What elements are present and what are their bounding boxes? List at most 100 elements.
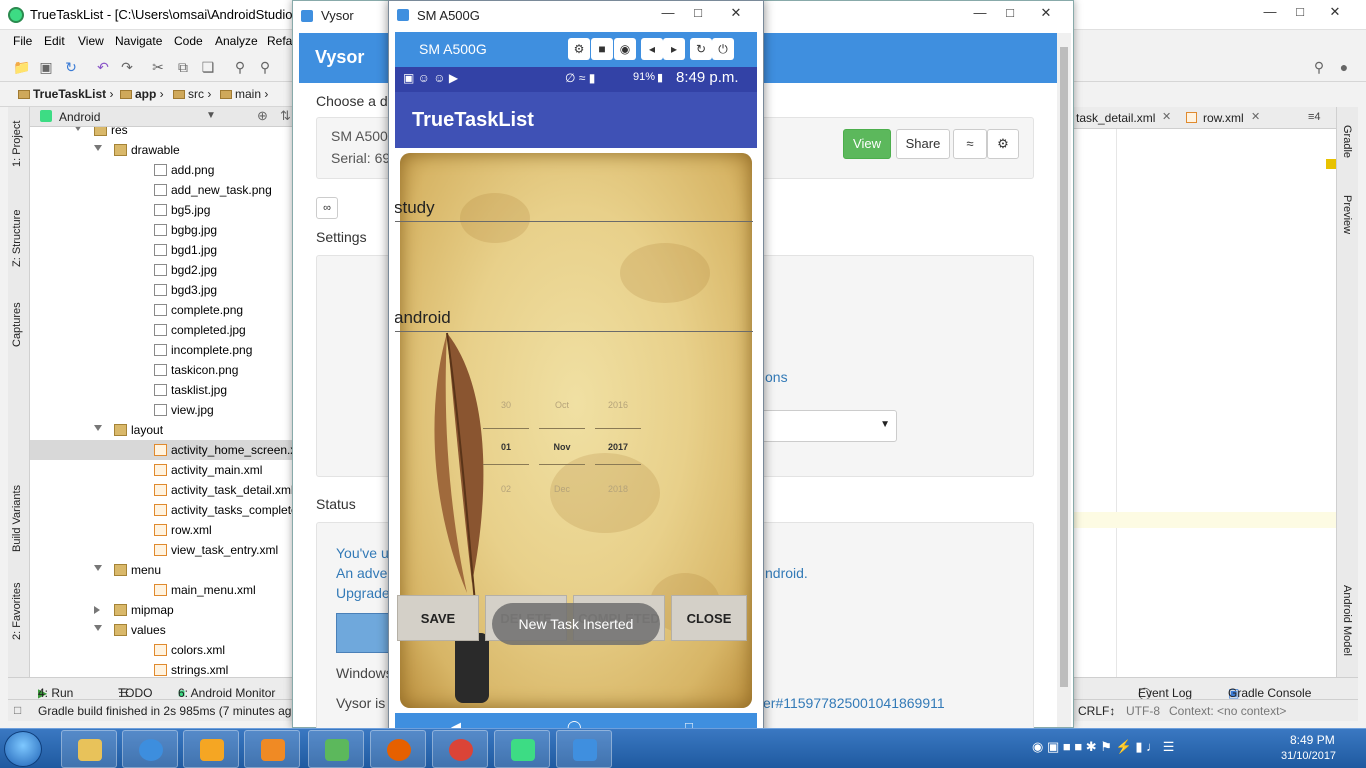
save-icon[interactable]: ▣ <box>38 59 54 75</box>
tab-row-xml[interactable]: row.xml <box>1203 111 1244 125</box>
maximize-icon[interactable]: □ <box>995 4 1025 24</box>
tree-file[interactable]: main_menu.xml <box>30 580 292 600</box>
tab-overflow-count[interactable]: ≡4 <box>1308 111 1321 123</box>
volume-up-icon[interactable]: ▸ <box>663 38 685 60</box>
tab-gradle[interactable]: Gradle <box>1341 125 1353 158</box>
taskbar-chrome[interactable] <box>432 730 488 768</box>
close-tab-icon[interactable]: ✕ <box>1162 110 1171 123</box>
month-current[interactable]: Nov <box>539 442 585 452</box>
day-next[interactable]: 02 <box>483 484 529 494</box>
save-button[interactable]: SAVE <box>397 595 479 641</box>
search-icon[interactable]: ⚲ <box>1311 59 1327 75</box>
device-settings-button[interactable]: ⚙ <box>987 129 1019 159</box>
camera-icon[interactable]: ◉ <box>614 38 636 60</box>
maximize-icon[interactable]: □ <box>683 4 713 24</box>
chevron-down-icon[interactable]: ▼ <box>206 110 216 121</box>
tray-date[interactable]: 31/10/2017 <box>1281 750 1336 762</box>
menu-file[interactable]: File <box>13 34 32 48</box>
menu-navigate[interactable]: Navigate <box>115 34 162 48</box>
year-prev[interactable]: 2016 <box>595 400 641 410</box>
tree-file[interactable]: completed.jpg <box>30 320 292 340</box>
tray-time[interactable]: 8:49 PM <box>1290 733 1335 747</box>
link-button[interactable]: ∞ <box>316 197 338 219</box>
chevron-down-icon[interactable] <box>74 127 82 131</box>
project-view-selector[interactable]: Android ▼ ⊕ ⇅ <box>30 107 300 127</box>
close-icon[interactable]: ✕ <box>721 4 751 24</box>
status-toggle-icon[interactable]: □ <box>14 703 21 717</box>
tree-file[interactable]: add_new_task.png <box>30 180 292 200</box>
chevron-down-icon[interactable] <box>94 565 102 571</box>
tree-file[interactable]: activity_task_detail.xml <box>30 480 292 500</box>
find-icon[interactable]: ⚲ <box>232 59 248 75</box>
taskbar-android-studio[interactable] <box>494 730 550 768</box>
close-icon[interactable]: ✕ <box>1320 3 1350 23</box>
record-icon[interactable]: ■ <box>591 38 613 60</box>
tree-file[interactable]: bgd2.jpg <box>30 260 292 280</box>
tree-file[interactable]: incomplete.png <box>30 340 292 360</box>
taskbar-gems-app[interactable] <box>308 730 364 768</box>
undo-icon[interactable]: ↶ <box>95 59 111 75</box>
day-prev[interactable]: 30 <box>483 400 529 410</box>
taskbar-media-player[interactable] <box>244 730 300 768</box>
redo-icon[interactable]: ↷ <box>119 59 135 75</box>
share-button[interactable]: Share <box>896 129 950 159</box>
tree-file[interactable]: colors.xml <box>30 640 292 660</box>
tab-build-variants[interactable]: Build Variants <box>11 485 23 552</box>
taskbar-firefox[interactable] <box>370 730 426 768</box>
chevron-right-icon[interactable] <box>94 606 100 614</box>
minimize-icon[interactable]: — <box>1255 3 1285 23</box>
serial-link[interactable]: er#115977825001041869911 <box>763 695 945 711</box>
user-icon[interactable]: ● <box>1336 59 1352 75</box>
cut-icon[interactable]: ✂ <box>150 59 166 75</box>
breadcrumb-app[interactable]: app › <box>120 87 164 101</box>
scrollbar-thumb[interactable] <box>1060 47 1068 687</box>
tree-folder[interactable]: menu <box>30 560 292 580</box>
sync-icon[interactable]: ↻ <box>63 59 79 75</box>
tree-folder[interactable]: res <box>30 127 292 140</box>
tree-file[interactable]: bgd3.jpg <box>30 280 292 300</box>
tree-file[interactable]: activity_home_screen.xml <box>30 440 292 460</box>
menu-code[interactable]: Code <box>174 34 203 48</box>
replace-icon[interactable]: ⚲ <box>257 59 273 75</box>
menu-analyze[interactable]: Analyze <box>215 34 258 48</box>
vysor-scrollbar[interactable] <box>1057 33 1071 727</box>
view-button[interactable]: View <box>843 129 891 159</box>
close-icon[interactable]: ✕ <box>1031 4 1061 24</box>
tree-file[interactable]: taskicon.png <box>30 360 292 380</box>
tree-folder[interactable]: drawable <box>30 140 292 160</box>
tree-file[interactable]: view_task_entry.xml <box>30 540 292 560</box>
chevron-down-icon[interactable] <box>94 425 102 431</box>
menu-view[interactable]: View <box>78 34 104 48</box>
tab-favorites[interactable]: 2: Favorites <box>11 583 23 640</box>
breadcrumb-src[interactable]: src › <box>173 87 211 101</box>
tab-android-model[interactable]: Android Model <box>1341 585 1353 656</box>
taskbar-vysor[interactable] <box>556 730 612 768</box>
tab-task-detail-xml[interactable]: task_detail.xml <box>1076 111 1155 125</box>
volume-down-icon[interactable]: ◂ <box>641 38 663 60</box>
tree-file[interactable]: activity_tasks_completed.xml <box>30 500 292 520</box>
task-entry-1[interactable]: study <box>395 198 435 218</box>
settings-select[interactable]: ▼ <box>757 410 897 442</box>
copy-icon[interactable]: ⧉ <box>175 59 191 75</box>
taskbar-internet-explorer[interactable] <box>122 730 178 768</box>
tree-file[interactable]: complete.png <box>30 300 292 320</box>
tree-file[interactable]: tasklist.jpg <box>30 380 292 400</box>
breadcrumb-main[interactable]: main › <box>220 87 268 101</box>
wifi-button[interactable]: ≈ <box>953 129 987 159</box>
tree-file[interactable]: strings.xml <box>30 660 292 677</box>
chevron-down-icon[interactable] <box>94 625 102 631</box>
taskbar-star-app[interactable] <box>183 730 239 768</box>
file-encoding[interactable]: UTF-8 <box>1126 704 1160 718</box>
day-current[interactable]: 01 <box>483 442 529 452</box>
tree-file[interactable]: activity_main.xml <box>30 460 292 480</box>
minimize-icon[interactable]: — <box>965 4 995 24</box>
power-icon[interactable]: ⏻ <box>712 38 734 60</box>
gear-icon[interactable]: ⚙ <box>568 38 590 60</box>
close-tab-icon[interactable]: ✕ <box>1251 110 1260 123</box>
settings-icon[interactable]: ⇅ <box>280 108 291 124</box>
settings-link[interactable]: ons <box>765 369 788 385</box>
year-next[interactable]: 2018 <box>595 484 641 494</box>
tree-folder[interactable]: layout <box>30 420 292 440</box>
year-current[interactable]: 2017 <box>595 442 641 452</box>
target-icon[interactable]: ⊕ <box>257 108 268 124</box>
